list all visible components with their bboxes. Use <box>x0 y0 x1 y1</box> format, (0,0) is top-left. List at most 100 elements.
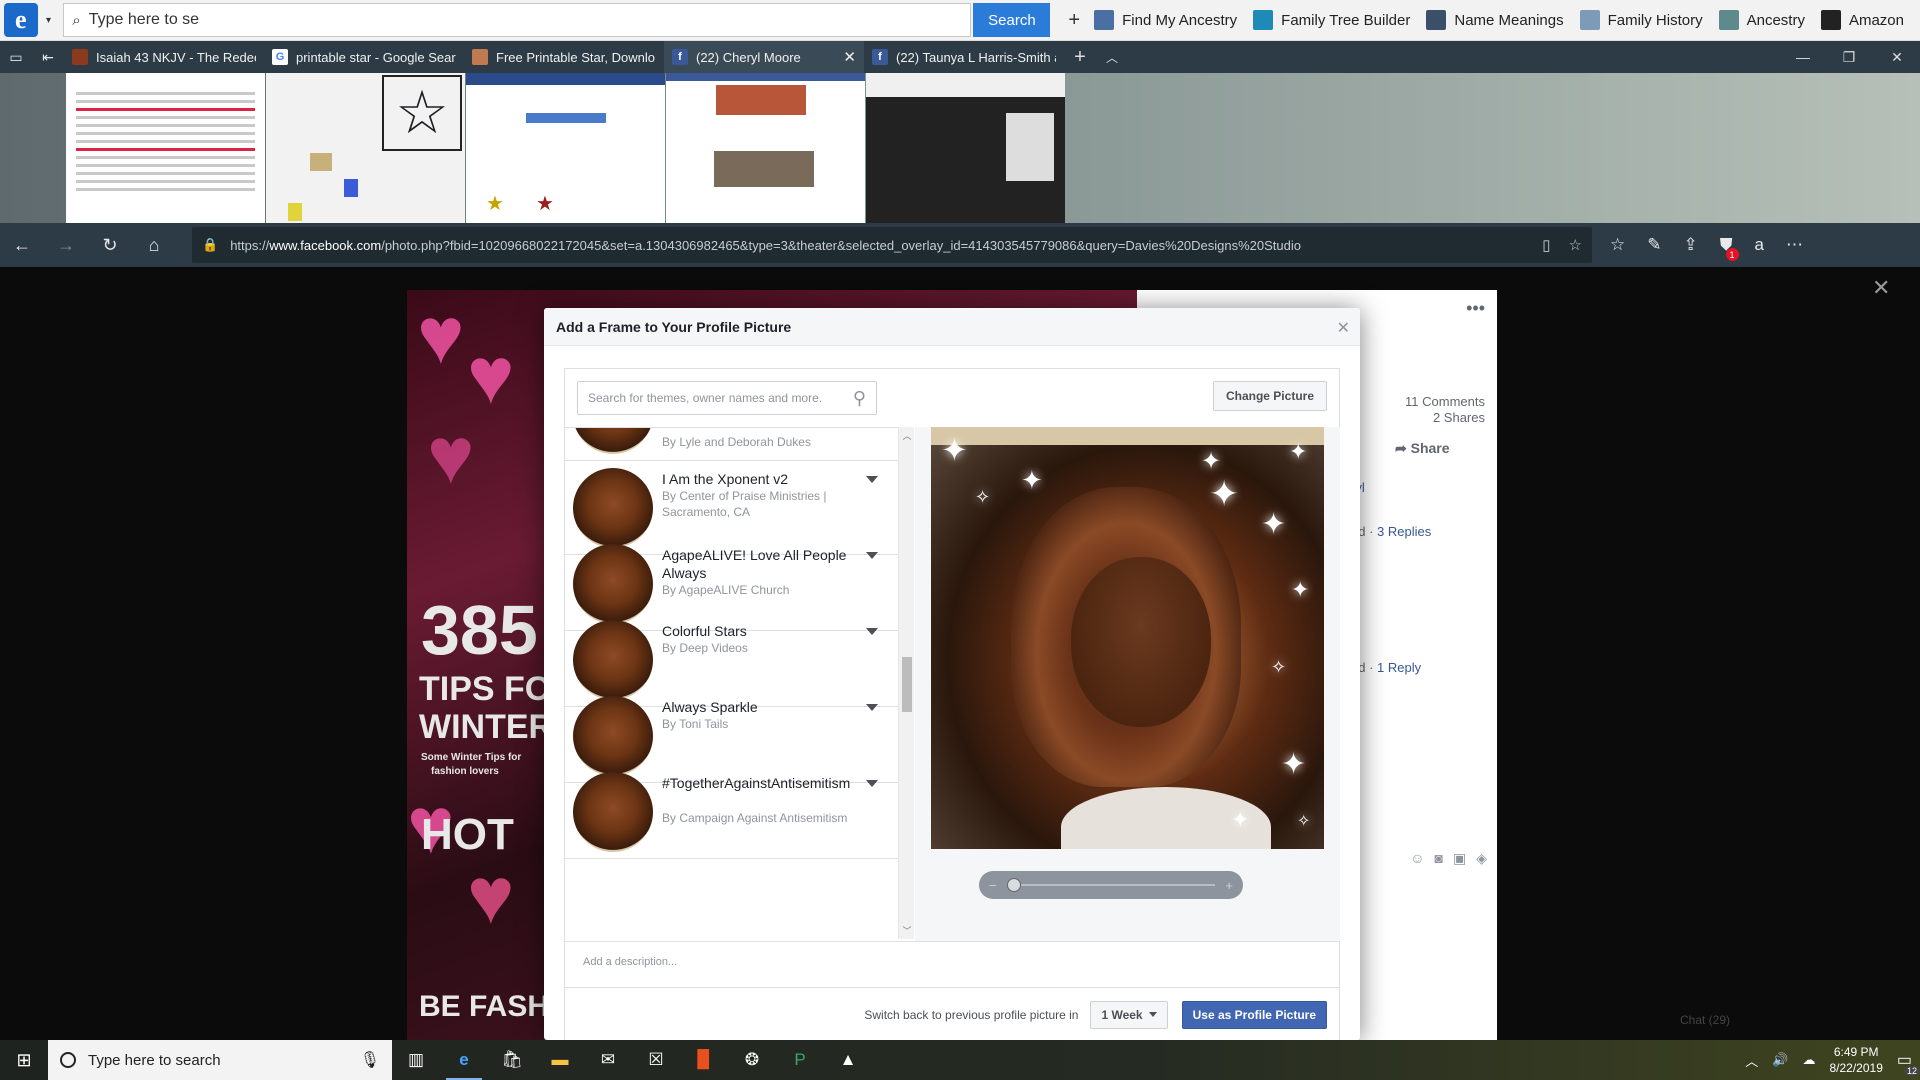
file-explorer-icon[interactable]: ▬ <box>536 1040 584 1080</box>
top-search-input[interactable]: ⌕ Type here to se <box>63 3 972 37</box>
set-aside-tabs-icon[interactable]: ⇤ <box>32 41 64 73</box>
photos-icon[interactable]: ▲ <box>824 1040 872 1080</box>
zoom-slider-knob[interactable] <box>1006 878 1021 892</box>
share-icon[interactable]: ⇪ <box>1684 235 1698 255</box>
notification-center-icon[interactable]: ▭ 12 <box>1897 1050 1920 1076</box>
profile-photo-preview[interactable]: ✦ ✦ ✧ ✦ ✦ ✦ ✦ ✦ ✧ ✦ ✦ ✧ <box>931 427 1324 849</box>
top-search-text: Type here to se <box>88 11 200 28</box>
description-input[interactable]: Add a description... <box>565 941 1339 987</box>
tab-preview-icon[interactable]: ▭ <box>0 41 32 73</box>
camera-icon[interactable]: ◙ <box>1435 850 1443 867</box>
favorite-link[interactable]: Find My Ancestry <box>1094 10 1237 30</box>
tab-preview-google[interactable]: ☆ <box>266 73 465 223</box>
favorite-label: Ancestry <box>1746 11 1805 29</box>
share-button[interactable]: ➦ Share <box>1395 440 1450 457</box>
volume-icon[interactable]: 🔊 <box>1772 1052 1788 1068</box>
scroll-up-icon[interactable]: ︿ <box>899 429 915 442</box>
sticker-icon[interactable]: ◈ <box>1476 850 1487 867</box>
edge-browser-icon[interactable]: e <box>440 1040 488 1080</box>
zoom-in-icon[interactable]: + <box>1225 878 1233 893</box>
onedrive-icon[interactable]: ☁ <box>1802 1052 1815 1068</box>
frame-list-item[interactable]: #TogetherAgainstAntisemitism By Campaign … <box>565 766 898 859</box>
chevron-down-icon[interactable]: ▾ <box>42 15 56 26</box>
change-picture-button[interactable]: Change Picture <box>1212 381 1327 411</box>
favorite-link[interactable]: Ancestry <box>1718 10 1805 30</box>
refresh-icon[interactable]: ↻ <box>88 223 132 267</box>
mail-icon[interactable]: ✉ <box>584 1040 632 1080</box>
taskbar-search-input[interactable]: Type here to search 🎙 <box>48 1040 392 1080</box>
frame-options-caret-icon[interactable] <box>866 552 878 559</box>
scroll-down-icon[interactable]: ﹀ <box>899 924 915 937</box>
tab-previews-toggle-icon[interactable]: ︿ <box>1096 41 1128 73</box>
microphone-icon[interactable]: 🎙 <box>360 1050 380 1070</box>
frame-options-caret-icon[interactable] <box>866 628 878 635</box>
close-icon[interactable]: ✕ <box>1874 41 1920 73</box>
dialog-close-icon[interactable]: ✕ <box>1337 318 1350 338</box>
home-icon[interactable]: ⌂ <box>132 223 176 267</box>
favorite-link[interactable]: Name Meanings <box>1426 10 1564 30</box>
replies-link-2[interactable]: 1 Reply <box>1377 660 1421 675</box>
forward-icon[interactable]: → <box>44 223 88 267</box>
restore-icon[interactable]: ❐ <box>1826 41 1872 73</box>
frame-owner: By AgapeALIVE Church <box>662 583 790 597</box>
duration-select[interactable]: 1 Week <box>1090 1000 1168 1029</box>
tab-close-icon[interactable]: ✕ <box>843 48 856 66</box>
task-view-icon[interactable]: ▥ <box>392 1040 440 1080</box>
clock[interactable]: 6:49 PM 8/22/2019 <box>1829 1044 1882 1076</box>
post-options-icon[interactable]: ••• <box>1466 298 1485 319</box>
favorite-link[interactable]: Family Tree Builder <box>1253 10 1410 30</box>
browser-tab[interactable]: Free Printable Star, Downlo <box>464 41 664 73</box>
frame-options-caret-icon[interactable] <box>866 704 878 711</box>
amazon-extension-icon[interactable]: a <box>1755 235 1764 255</box>
frame-options-caret-icon[interactable] <box>866 780 878 787</box>
publisher-icon[interactable]: P <box>776 1040 824 1080</box>
tab-preview-facebook-taunya[interactable] <box>866 73 1065 223</box>
tab-preview-bible[interactable] <box>66 73 265 223</box>
browser-tab[interactable]: Gprintable star - Google Sear <box>264 41 464 73</box>
replies-link-1[interactable]: 3 Replies <box>1377 524 1431 539</box>
chat-label[interactable]: Chat (29) <box>1680 1013 1730 1027</box>
add-favorite-icon[interactable]: + <box>1068 9 1080 32</box>
favorites-hub-icon[interactable]: ☆ <box>1610 235 1625 255</box>
favorite-link[interactable]: Amazon <box>1820 10 1904 30</box>
frame-options-caret-icon[interactable] <box>866 476 878 483</box>
store-icon[interactable]: 🛍 <box>488 1040 536 1080</box>
back-icon[interactable]: ← <box>0 223 44 267</box>
browser-tab[interactable]: Isaiah 43 NKJV - The Redee <box>64 41 264 73</box>
gif-icon[interactable]: ▣ <box>1453 850 1466 867</box>
favorite-star-icon[interactable]: ☆ <box>1569 236 1582 254</box>
frame-list-item[interactable]: By Lyle and Deborah Dukes <box>565 428 898 461</box>
zoom-out-icon[interactable]: − <box>989 878 997 893</box>
frame-search-input[interactable]: Search for themes, owner names and more.… <box>577 381 877 415</box>
windows-start-icon[interactable]: ⊞ <box>0 1040 48 1080</box>
use-as-profile-picture-button[interactable]: Use as Profile Picture <box>1181 1000 1327 1029</box>
minimize-icon[interactable]: — <box>1780 41 1826 73</box>
comments-count[interactable]: 11 Comments <box>1405 394 1485 409</box>
more-icon[interactable]: ⋯ <box>1786 235 1803 255</box>
browser-tab[interactable]: f (22) Taunya L Harris-Smith a <box>864 41 1064 73</box>
web-note-icon[interactable]: ✎ <box>1647 235 1661 255</box>
app-icon[interactable]: ❂ <box>728 1040 776 1080</box>
frame-list-scrollbar[interactable]: ︿ ﹀ <box>898 427 914 939</box>
scrollbar-thumb[interactable] <box>902 657 912 712</box>
reading-view-icon[interactable]: ▯ <box>1542 236 1550 254</box>
new-tab-icon[interactable]: + <box>1064 41 1096 73</box>
frame-title: Always Sparkle <box>662 699 758 715</box>
excel-icon[interactable]: ☒ <box>632 1040 680 1080</box>
emoji-icon[interactable]: ☺ <box>1410 850 1424 867</box>
top-search-button[interactable]: Search <box>973 3 1051 37</box>
zoom-slider[interactable]: − + <box>979 871 1243 899</box>
theater-close-icon[interactable]: ✕ <box>1872 275 1890 301</box>
tab-preview-facebook-cheryl[interactable] <box>666 73 865 223</box>
office-icon[interactable]: ▉ <box>680 1040 728 1080</box>
tray-overflow-icon[interactable]: ︿ <box>1745 1051 1758 1070</box>
browser-tab[interactable]: f (22) Cheryl Moore ✕ <box>664 41 864 73</box>
ie-logo-icon[interactable]: e <box>4 3 38 37</box>
tab-preview-printable-star[interactable]: ★ ★ <box>466 73 665 223</box>
extension-shield-icon[interactable]: ⛊ 1 <box>1720 235 1739 261</box>
url-input[interactable]: 🔒 https://www.facebook.com/photo.php?fbi… <box>192 227 1592 263</box>
tab-label: (22) Taunya L Harris-Smith a <box>896 49 1056 65</box>
favorite-link[interactable]: Family History <box>1579 10 1703 30</box>
shares-count[interactable]: 2 Shares <box>1433 410 1485 425</box>
frame-owner: By Deep Videos <box>662 641 748 655</box>
